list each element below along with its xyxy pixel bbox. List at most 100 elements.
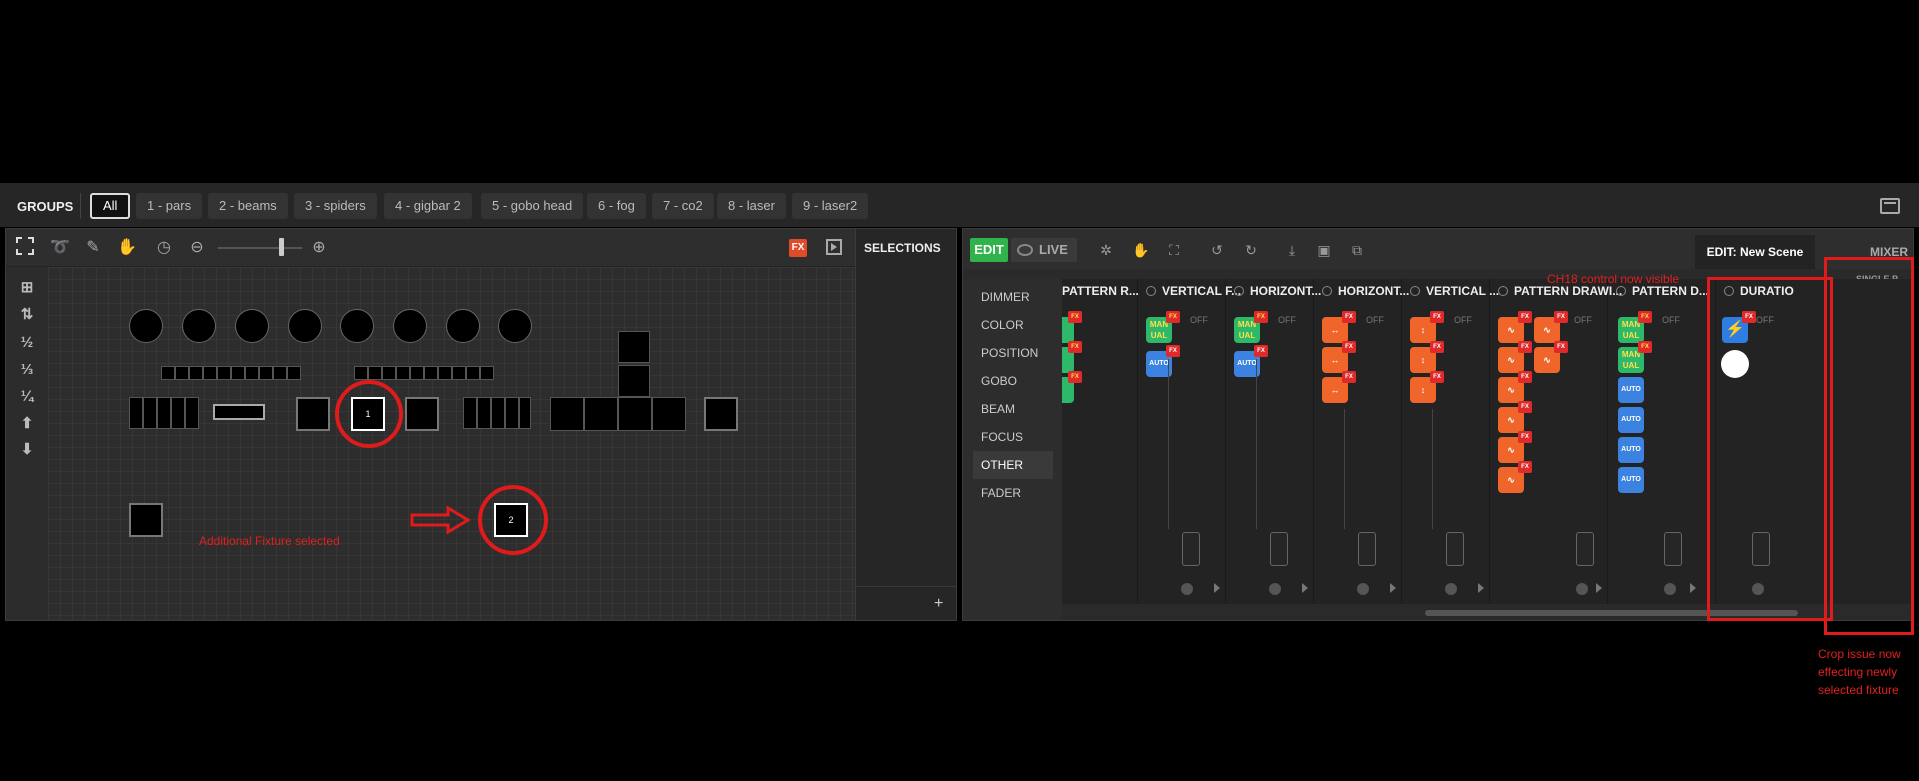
channel-radio[interactable] — [1146, 286, 1156, 296]
group-tab-laser2[interactable]: 9 - laser2 — [792, 193, 869, 219]
zoom-in-icon[interactable]: ⊕ — [308, 237, 330, 259]
lasso-icon[interactable]: ➰ — [49, 237, 71, 259]
speed-knob[interactable] — [1445, 583, 1457, 595]
vertical-fx-button[interactable]: ↕ FX — [1410, 341, 1444, 373]
pattern-fx-button[interactable]: ∿ FX — [1498, 461, 1532, 493]
fixture-par[interactable] — [446, 309, 480, 343]
speed-knob[interactable] — [1181, 583, 1193, 595]
pattern-fx-button[interactable]: ∿ FX — [1498, 341, 1532, 373]
play-icon[interactable] — [1390, 583, 1396, 593]
arrow-down-icon[interactable]: ⬇ — [16, 440, 38, 460]
hand-pan-icon[interactable]: ✋ — [116, 237, 138, 259]
zoom-slider-thumb[interactable] — [279, 238, 284, 256]
fixture-pixel-grid[interactable] — [463, 397, 531, 429]
vertical-fx-button[interactable]: ↕ FX — [1410, 371, 1444, 403]
horizontal-fx-button[interactable]: ↔ FX — [1322, 371, 1356, 403]
fader-handle[interactable] — [1358, 532, 1376, 566]
auto-button[interactable]: AUTO — [1618, 377, 1644, 403]
play-icon[interactable] — [1596, 583, 1602, 593]
category-gobo[interactable]: GOBO — [973, 367, 1053, 395]
select-quarter-icon[interactable]: ¼ — [16, 387, 38, 407]
fixture-square[interactable] — [584, 397, 618, 431]
zoom-out-icon[interactable]: ⊖ — [186, 237, 208, 259]
group-tab-gobo-head[interactable]: 5 - gobo head — [481, 193, 584, 219]
all-hands-icon[interactable]: ✋ — [1130, 239, 1152, 261]
vertical-fx-button[interactable]: ↕ FX — [1410, 311, 1444, 343]
fixture-par[interactable] — [129, 309, 163, 343]
speed-knob[interactable] — [1357, 583, 1369, 595]
auto-button[interactable]: AUTO — [1618, 437, 1644, 463]
group-tab-spiders[interactable]: 3 - spiders — [294, 193, 377, 219]
fixture-square[interactable] — [129, 503, 163, 537]
focus-frame-icon[interactable]: ⛶ — [1163, 239, 1185, 261]
channel-radio[interactable] — [1234, 286, 1244, 296]
group-tab-pars[interactable]: 1 - pars — [136, 193, 203, 219]
category-dimmer[interactable]: DIMMER — [973, 283, 1053, 311]
fixture-square[interactable] — [652, 397, 686, 431]
fixture-par[interactable] — [393, 309, 427, 343]
category-other[interactable]: OTHER — [973, 451, 1053, 479]
fixture-square[interactable] — [550, 397, 584, 431]
select-half-icon[interactable]: ½ — [16, 333, 38, 353]
fixture-bar-segments[interactable] — [354, 366, 494, 380]
path-select-icon[interactable]: ✎ — [82, 237, 104, 259]
horizontal-fx-button[interactable]: ↔ FX — [1322, 341, 1356, 373]
play-icon[interactable] — [1690, 583, 1696, 593]
fader-handle[interactable] — [1182, 532, 1200, 566]
fixture-par[interactable] — [498, 309, 532, 343]
zoom-slider-track[interactable] — [218, 247, 302, 249]
play-icon[interactable] — [1302, 583, 1308, 593]
manual-fx-button[interactable]: MAN UAL FX — [1618, 341, 1652, 373]
manual-fx-button[interactable]: FX — [1062, 311, 1082, 343]
preview-panel-icon[interactable] — [826, 239, 842, 255]
manual-fx-button[interactable]: MAN UAL FX — [1618, 311, 1652, 343]
edit-mode-button[interactable]: EDIT — [970, 238, 1008, 262]
fixture-par[interactable] — [288, 309, 322, 343]
window-toggle-icon[interactable] — [1880, 198, 1900, 214]
pattern-fx-button[interactable]: ∿ FX — [1498, 371, 1532, 403]
grid-arrange-icon[interactable]: ⊞ — [16, 278, 38, 298]
fx-toggle-button[interactable]: FX — [789, 239, 807, 257]
fixture-head[interactable] — [618, 365, 650, 397]
group-tab-all[interactable]: All — [90, 193, 131, 219]
snapshot-icon[interactable]: ⧉ — [1346, 239, 1368, 261]
manual-fx-button[interactable]: MAN UAL FX — [1146, 311, 1180, 343]
group-tab-co2[interactable]: 7 - co2 — [652, 193, 714, 219]
speed-knob[interactable] — [1664, 583, 1676, 595]
undo-all-icon[interactable]: ↺ — [1206, 239, 1228, 261]
category-beam[interactable]: BEAM — [973, 395, 1053, 423]
fixture-par[interactable] — [182, 309, 216, 343]
pattern-fx-button[interactable]: ∿ FX — [1534, 341, 1568, 373]
fixture-bar-segments[interactable] — [161, 366, 301, 380]
fixture-square[interactable] — [405, 397, 439, 431]
category-position[interactable]: POSITION — [973, 339, 1053, 367]
arrow-up-icon[interactable]: ⬆ — [16, 414, 38, 434]
group-tab-beams[interactable]: 2 - beams — [208, 193, 288, 219]
fader-handle[interactable] — [1446, 532, 1464, 566]
live-mode-button[interactable]: LIVE — [1011, 238, 1077, 262]
fixture-pixel-grid[interactable] — [129, 397, 199, 429]
play-icon[interactable] — [1478, 583, 1484, 593]
manual-fx-button[interactable]: MAN UAL FX — [1234, 311, 1268, 343]
fixture-square[interactable] — [704, 397, 738, 431]
fixture-par[interactable] — [340, 309, 374, 343]
reset-zoom-icon[interactable]: ◷ — [153, 237, 175, 259]
manual-fx-button[interactable]: FX — [1062, 341, 1082, 373]
group-tab-laser[interactable]: 8 - laser — [717, 193, 786, 219]
manual-fx-button[interactable]: FX — [1062, 371, 1082, 403]
fixture-head[interactable] — [618, 331, 650, 363]
add-selection-button[interactable]: + — [934, 595, 943, 613]
marquee-select-icon[interactable] — [16, 237, 34, 255]
download-icon[interactable]: ⤓ — [1281, 239, 1303, 261]
pattern-fx-button[interactable]: ∿ FX — [1498, 431, 1532, 463]
channel-radio[interactable] — [1410, 286, 1420, 296]
pattern-fx-button[interactable]: ∿ FX — [1498, 401, 1532, 433]
fixture-bar[interactable] — [213, 404, 265, 420]
fixture-canvas[interactable]: 1 2 — [48, 267, 855, 620]
auto-button[interactable]: AUTO — [1618, 407, 1644, 433]
speed-knob[interactable] — [1269, 583, 1281, 595]
fixture-square[interactable] — [296, 397, 330, 431]
group-tab-gigbar[interactable]: 4 - gigbar 2 — [384, 193, 472, 219]
fader-handle[interactable] — [1270, 532, 1288, 566]
group-tab-fog[interactable]: 6 - fog — [587, 193, 646, 219]
